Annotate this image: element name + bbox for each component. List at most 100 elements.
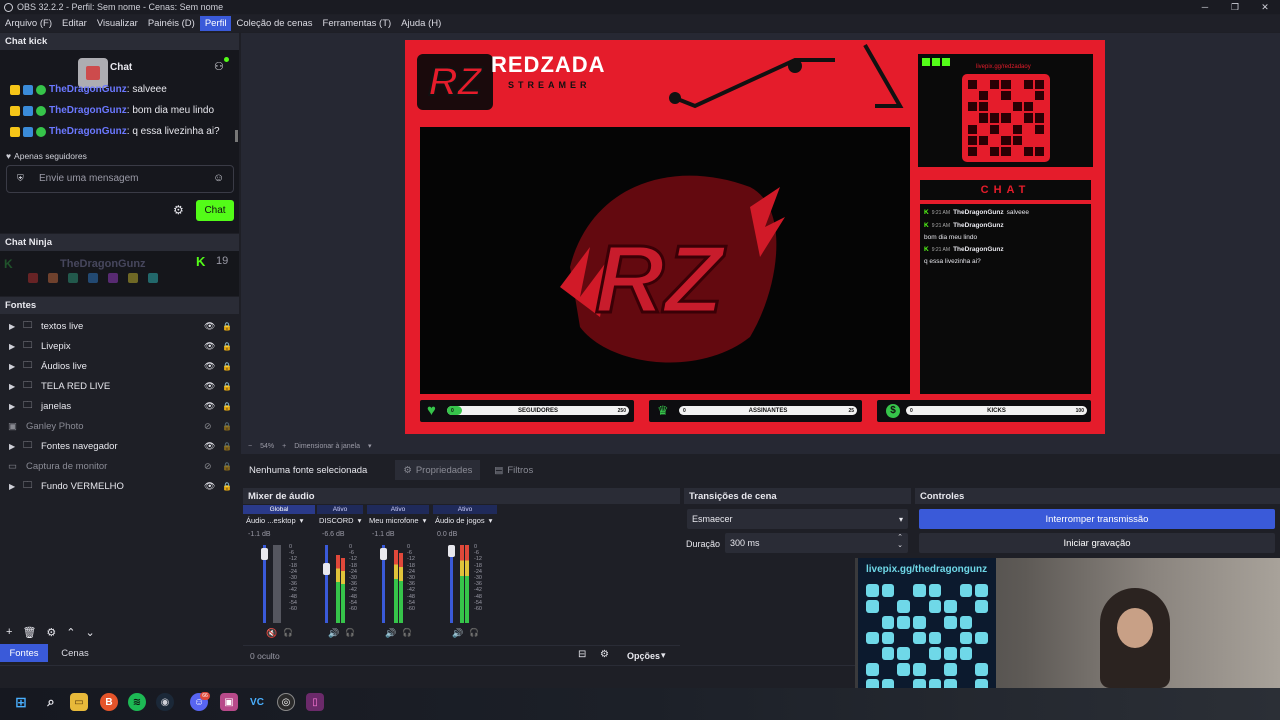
eye-icon[interactable]: 👁 <box>204 441 215 452</box>
maximize-button[interactable]: ❐ <box>1220 0 1250 14</box>
layout-icon[interactable]: ⊟ <box>578 649 586 660</box>
lock-icon[interactable]: 🔒 <box>222 402 232 411</box>
search-icon[interactable]: ⌕ <box>42 693 60 711</box>
eye-icon[interactable]: 👁 <box>204 321 215 332</box>
lock-icon[interactable]: 🔒 <box>222 442 232 451</box>
expand-arrow-icon[interactable]: ▶ <box>9 482 19 491</box>
expand-arrow-icon[interactable]: ▶ <box>9 402 19 411</box>
duration-spinbox[interactable]: 300 ms ⌃ ⌄ <box>725 533 908 553</box>
stream-preview[interactable]: RZ REDZADA STREAMER RZ livepix.gg/redzad… <box>405 40 1105 434</box>
users-icon[interactable]: ⚇ <box>214 60 224 73</box>
headphones-icon[interactable]: 🎧 <box>283 628 293 637</box>
muted-speaker-icon[interactable]: 🔇 <box>266 628 277 639</box>
lock-icon[interactable]: 🔒 <box>222 322 232 331</box>
spotify-icon[interactable]: ≋ <box>128 693 146 711</box>
eye-hidden-icon[interactable]: ⊘ <box>204 461 212 472</box>
start-recording-button[interactable]: Iniciar gravação <box>919 533 1275 553</box>
add-source-icon[interactable]: + <box>6 626 12 638</box>
menu-perfil[interactable]: Perfil <box>199 16 232 31</box>
source-item[interactable]: ▭ Captura de monitor ⊘ 🔒 <box>0 456 239 476</box>
obs-taskbar-icon[interactable]: ◎ <box>277 693 295 711</box>
lock-icon[interactable]: 🔒 <box>222 482 232 491</box>
source-item[interactable]: ▶ 🗀 Fontes navegador 👁 🔒 <box>0 436 239 456</box>
chat-message-input[interactable]: ⛨ Envie uma mensagem ☺ <box>6 165 234 193</box>
chat-username[interactable]: TheDragonGunz <box>49 126 127 137</box>
chevron-down-icon[interactable]: ▾ <box>368 442 372 450</box>
channel-name[interactable]: Meu microfone ▾ <box>369 516 426 525</box>
source-item[interactable]: ▶ 🗀 Livepix 👁 🔒 <box>0 336 239 356</box>
source-item[interactable]: ▶ 🗀 Fundo VERMELHO 👁 🔒 <box>0 476 239 496</box>
windows-start-icon[interactable]: ⊞ <box>12 693 30 711</box>
volume-slider-handle[interactable] <box>380 548 387 560</box>
lock-icon[interactable]: 🔒 <box>222 422 232 431</box>
lock-icon[interactable]: 🔒 <box>222 342 232 351</box>
filters-button[interactable]: ▤ Filtros <box>486 460 541 480</box>
chevron-down-icon[interactable]: ▾ <box>661 650 666 661</box>
menu-arquivo[interactable]: Arquivo (F) <box>0 16 57 31</box>
volume-slider-handle[interactable] <box>261 548 268 560</box>
headphones-icon[interactable]: 🎧 <box>469 628 479 637</box>
properties-button[interactable]: ⚙ Propriedades <box>395 460 481 480</box>
channel-name[interactable]: Áudio ...esktop ▾ <box>246 516 303 525</box>
close-button[interactable]: ✕ <box>1250 0 1280 14</box>
speaker-icon[interactable]: 🔊 <box>452 628 463 639</box>
headphones-icon[interactable]: 🎧 <box>402 628 412 637</box>
source-item[interactable]: ▣ Ganley Photo ⊘ 🔒 <box>0 416 239 436</box>
remove-source-icon[interactable]: 🗑 <box>22 626 36 639</box>
lock-icon[interactable]: 🔒 <box>222 462 232 471</box>
eye-icon[interactable]: 👁 <box>204 361 215 372</box>
menu-ferramentas[interactable]: Ferramentas (T) <box>318 16 397 31</box>
app2-icon[interactable]: ▯ <box>306 693 324 711</box>
source-item[interactable]: ▶ 🗀 janelas 👁 🔒 <box>0 396 239 416</box>
tab-cenas[interactable]: Cenas <box>52 644 98 662</box>
move-down-icon[interactable]: ⌄ <box>86 626 95 639</box>
volume-slider-track[interactable] <box>325 545 328 623</box>
emoji-icon[interactable]: ☺ <box>213 172 224 184</box>
mixer-settings-icon[interactable]: ⚙ <box>600 649 609 660</box>
expand-arrow-icon[interactable]: ▶ <box>9 362 19 371</box>
brave-browser-icon[interactable]: B <box>100 693 118 711</box>
file-explorer-icon[interactable]: ▭ <box>70 693 88 711</box>
expand-arrow-icon[interactable]: ▶ <box>9 442 19 451</box>
eye-icon[interactable]: 👁 <box>204 481 215 492</box>
source-item[interactable]: ▶ 🗀 Áudios live 👁 🔒 <box>0 356 239 376</box>
chat-username[interactable]: TheDragonGunz <box>49 84 127 95</box>
minimize-button[interactable]: ─ <box>1190 0 1220 14</box>
headphones-icon[interactable]: 🎧 <box>345 628 355 637</box>
volume-slider-handle[interactable] <box>448 545 455 557</box>
source-item[interactable]: ▶ 🗀 TELA RED LIVE 👁 🔒 <box>0 376 239 396</box>
eye-icon[interactable]: 👁 <box>204 341 215 352</box>
channel-name[interactable]: DISCORD ▾ <box>319 516 361 525</box>
chat-send-button[interactable]: Chat <box>196 200 234 221</box>
lock-icon[interactable]: 🔒 <box>222 382 232 391</box>
lock-icon[interactable]: 🔒 <box>222 362 232 371</box>
zoom-in-icon[interactable]: + <box>282 443 286 450</box>
eye-icon[interactable]: 👁 <box>204 381 215 392</box>
expand-arrow-icon[interactable]: ▶ <box>9 382 19 391</box>
steam-icon[interactable]: ◉ <box>156 693 174 711</box>
speaker-icon[interactable]: 🔊 <box>328 628 339 639</box>
volume-slider-handle[interactable] <box>323 563 330 575</box>
move-up-icon[interactable]: ⌃ <box>66 626 75 639</box>
mixer-options-button[interactable]: Opções <box>627 651 660 661</box>
expand-arrow-icon[interactable]: ▶ <box>9 322 19 331</box>
speaker-icon[interactable]: 🔊 <box>385 628 396 639</box>
zoom-out-icon[interactable]: − <box>248 443 252 450</box>
fit-to-window-label[interactable]: Dimensionar à janela <box>294 443 360 450</box>
app-icon[interactable]: ▣ <box>220 693 238 711</box>
menu-paineis[interactable]: Painéis (D) <box>143 16 200 31</box>
source-item[interactable]: ▶ 🗀 textos live 👁 🔒 <box>0 316 239 336</box>
tab-fontes[interactable]: Fontes <box>0 644 48 662</box>
menu-editar[interactable]: Editar <box>57 16 92 31</box>
source-settings-gear-icon[interactable]: ⚙ <box>46 626 56 639</box>
channel-name[interactable]: Áudio de jogos ▾ <box>435 516 492 525</box>
chat-scrollbar[interactable] <box>235 130 238 142</box>
menu-visualizar[interactable]: Visualizar <box>92 16 143 31</box>
menu-colecao-cenas[interactable]: Coleção de cenas <box>231 16 317 31</box>
vscode-icon[interactable]: VC <box>248 693 266 711</box>
chat-settings-gear-icon[interactable]: ⚙ <box>173 203 184 217</box>
expand-arrow-icon[interactable]: ▶ <box>9 342 19 351</box>
spin-arrows-icon[interactable]: ⌃ ⌄ <box>897 534 903 550</box>
menu-ajuda[interactable]: Ajuda (H) <box>396 16 446 31</box>
eye-hidden-icon[interactable]: ⊘ <box>204 421 212 432</box>
